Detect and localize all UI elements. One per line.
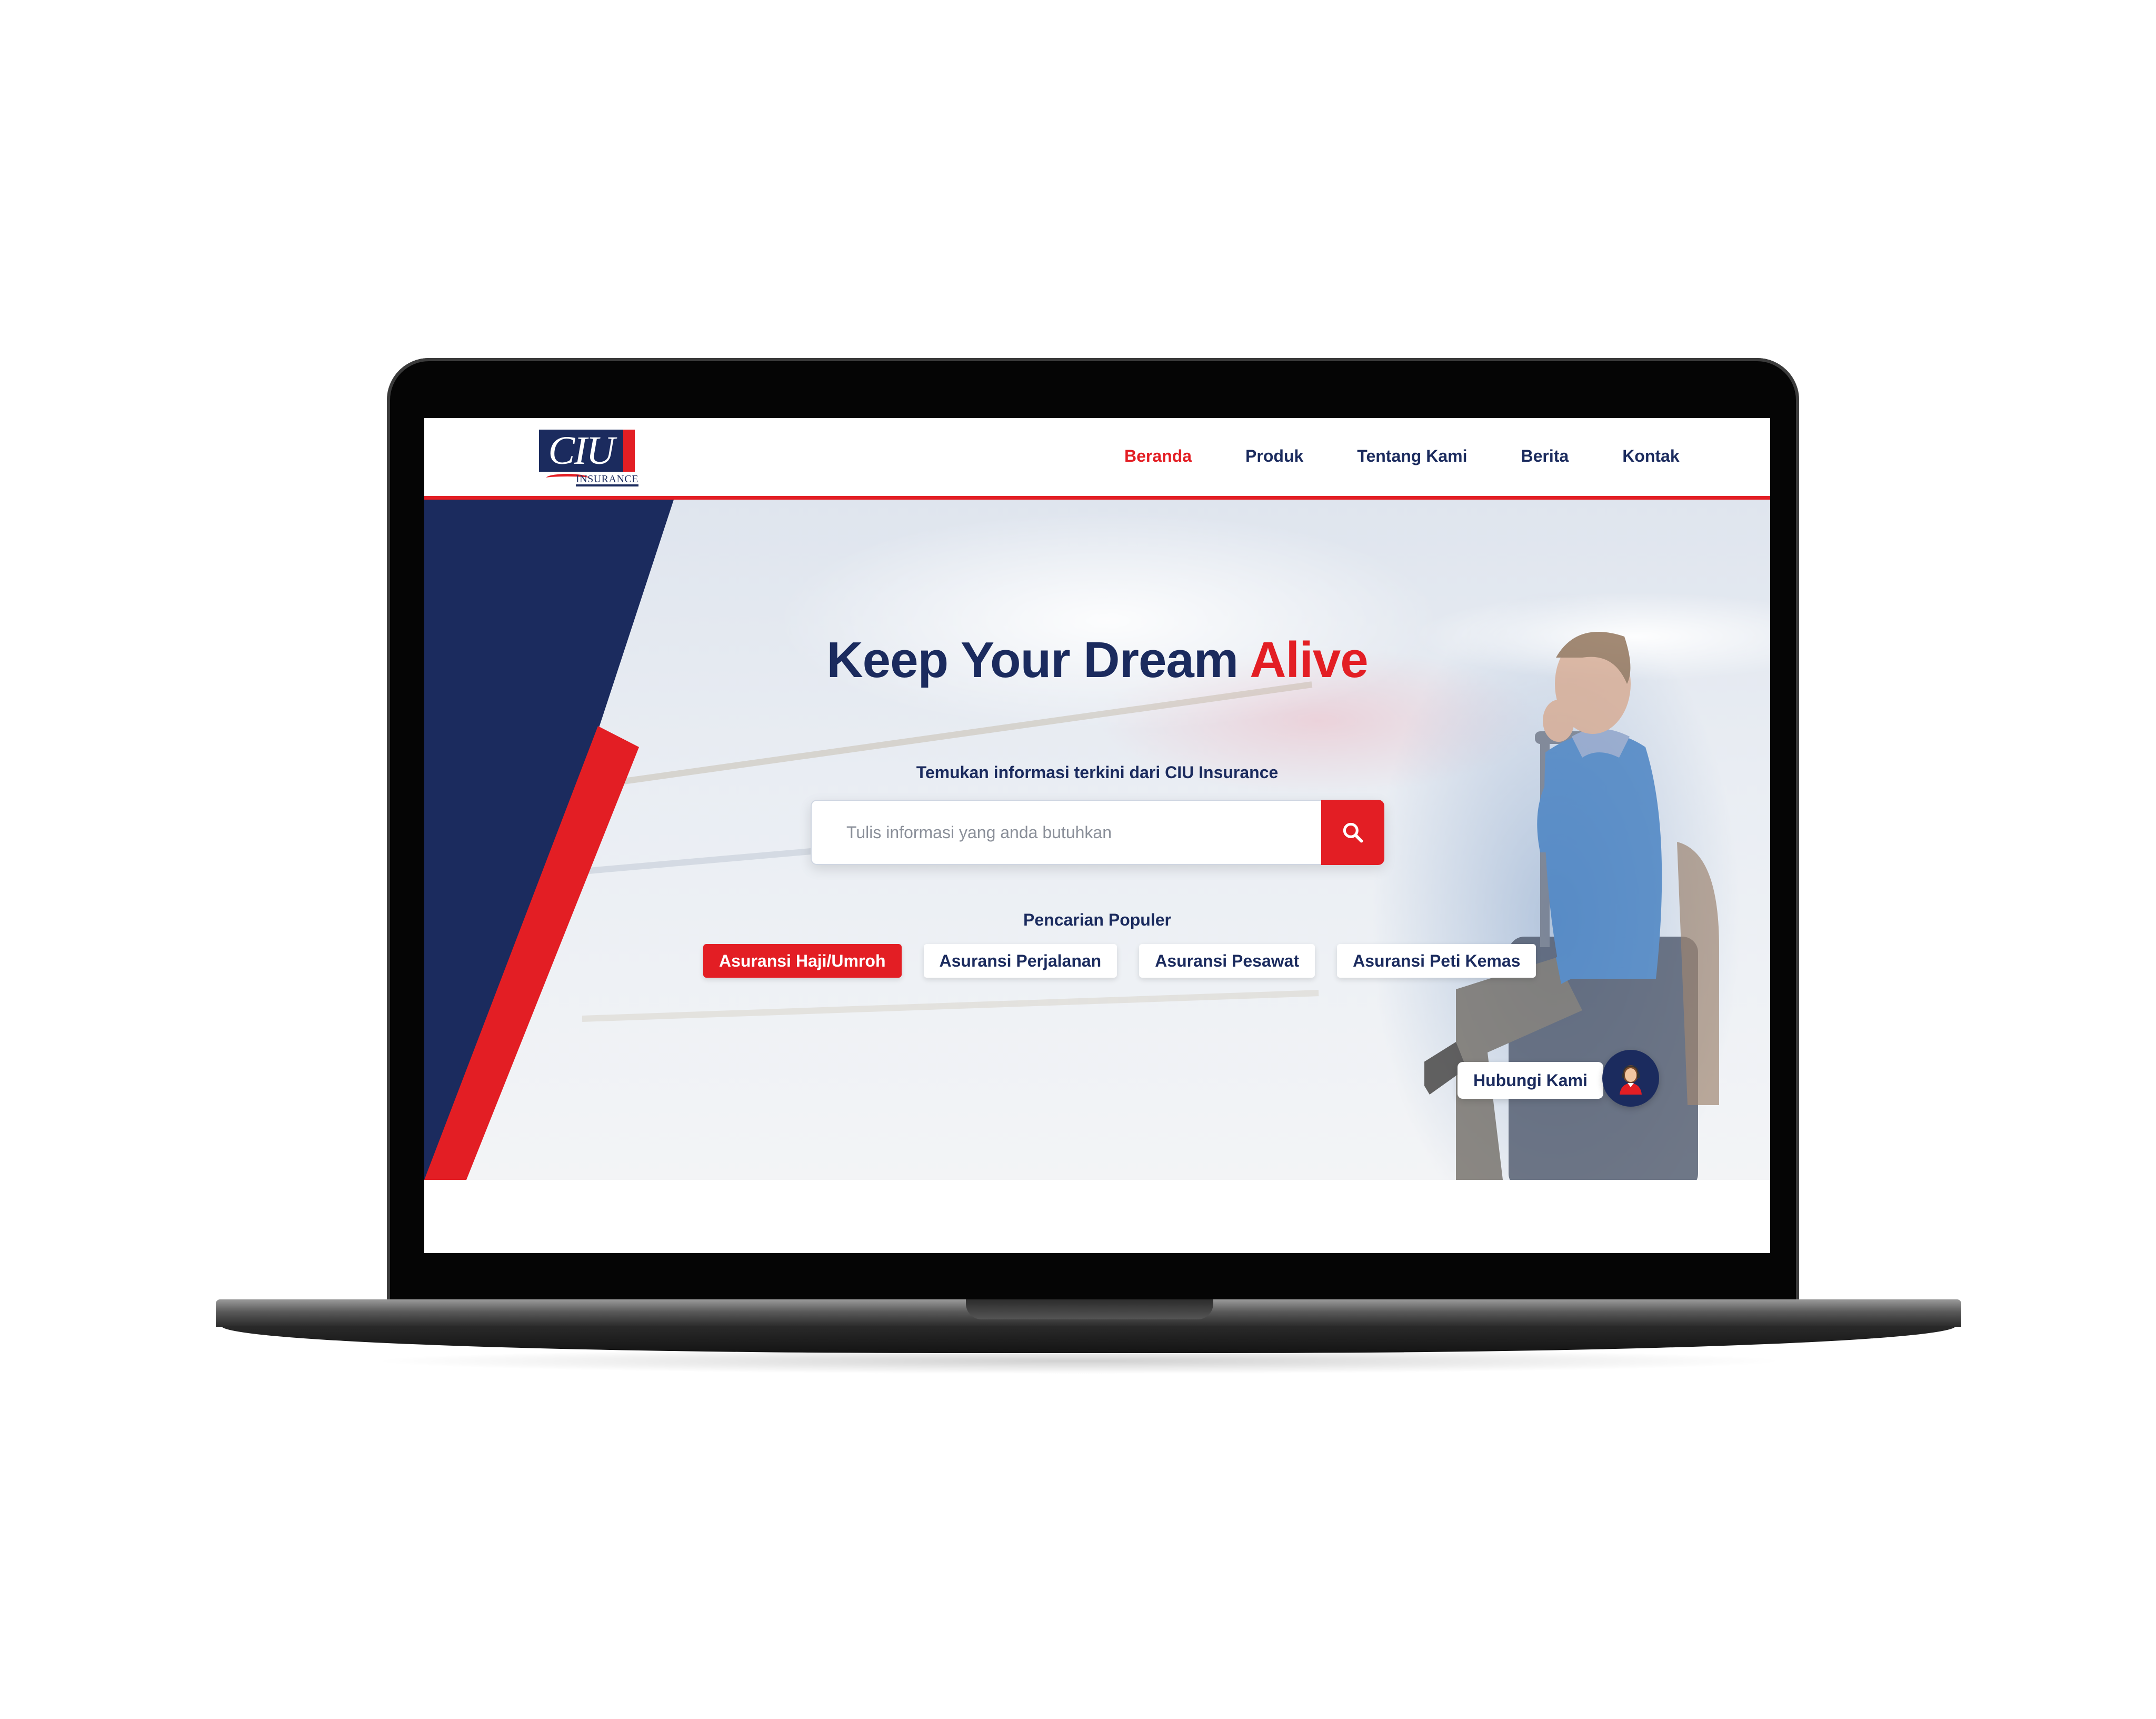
customer-service-avatar-icon [1620, 1065, 1642, 1095]
chip-asuransi-haji-umroh[interactable]: Asuransi Haji/Umroh [703, 944, 902, 978]
chip-asuransi-peti-kemas[interactable]: Asuransi Peti Kemas [1337, 944, 1536, 978]
search-button[interactable] [1321, 800, 1384, 865]
popular-search-label: Pencarian Populer [1023, 910, 1171, 929]
contact-us-button[interactable]: Hubungi Kami [1458, 1062, 1603, 1099]
navbar: CIU INSURANCE Beranda Produk Tentang Kam… [424, 418, 1770, 500]
laptop-notch [966, 1299, 1213, 1319]
hero-section: Keep Your Dream Alive Temukan informasi … [424, 500, 1770, 1180]
browser-screen: CIU INSURANCE Beranda Produk Tentang Kam… [424, 418, 1770, 1253]
hero-decorative-shapes [424, 500, 674, 1180]
nav-item-kontak[interactable]: Kontak [1622, 446, 1679, 466]
logo-mark: CIU [539, 430, 623, 472]
ciu-insurance-logo[interactable]: CIU INSURANCE [539, 430, 638, 486]
nav-item-beranda[interactable]: Beranda [1124, 446, 1192, 466]
hero-title-accent: Alive [1250, 632, 1368, 688]
main-nav: Beranda Produk Tentang Kami Berita Konta… [1124, 446, 1733, 466]
navy-diagonal-shape [424, 500, 674, 1180]
popular-search-chips: Asuransi Haji/Umroh Asuransi Perjalanan … [703, 944, 1558, 978]
hero-title-main: Keep Your Dream [826, 632, 1250, 688]
contact-avatar-button[interactable] [1602, 1050, 1659, 1107]
device-mockup: CIU INSURANCE Beranda Produk Tentang Kam… [0, 0, 2156, 1719]
content-below-hero [424, 1180, 1770, 1253]
nav-item-produk[interactable]: Produk [1245, 446, 1303, 466]
search-bar [811, 800, 1384, 865]
hero-subtitle: Temukan informasi terkini dari CIU Insur… [916, 763, 1279, 782]
search-input[interactable] [811, 800, 1321, 865]
nav-item-tentang-kami[interactable]: Tentang Kami [1357, 446, 1467, 466]
nav-item-berita[interactable]: Berita [1521, 446, 1569, 466]
hero-title: Keep Your Dream Alive [424, 631, 1770, 689]
search-icon [1343, 822, 1363, 843]
logo-subtitle: INSURANCE [576, 474, 638, 486]
chip-asuransi-perjalanan[interactable]: Asuransi Perjalanan [923, 944, 1117, 978]
chip-asuransi-pesawat[interactable]: Asuransi Pesawat [1139, 944, 1315, 978]
logo-red-bar [623, 430, 635, 472]
